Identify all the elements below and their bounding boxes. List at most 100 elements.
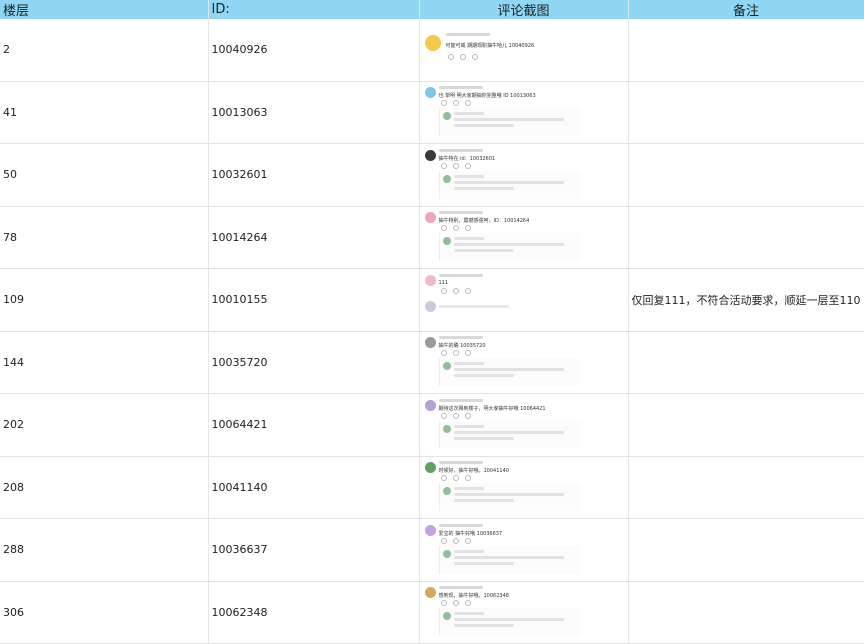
username-line — [438, 148, 483, 152]
comment-text: 抽牛特在 id：10032601 — [438, 155, 496, 162]
comment-screenshot-image: 也 挚明 明大家期抽你完整哦 ID 10013063 — [422, 83, 626, 141]
cell-floor: 109 — [0, 268, 209, 332]
comment-screenshot-image: 抽牛特在 id：10032601 — [422, 146, 626, 204]
second-avatar-icon — [424, 300, 436, 312]
cell-id: 10032601 — [208, 143, 420, 207]
reply-text-line — [453, 549, 484, 553]
cell-id: 10013063 — [208, 81, 420, 144]
reply-text-line — [453, 374, 514, 378]
table-row: 288 10036637 爱宝的 抽牛好哦 10036637 — [0, 518, 864, 582]
reply-text-line — [453, 118, 564, 122]
table-row: 208 10041140 时候好，抽牛好哦，10041140 — [0, 456, 864, 519]
dislike-icon — [452, 350, 459, 357]
comment-screenshot-image: 抽牛的确 10035720 — [422, 333, 626, 391]
dislike-icon — [459, 53, 466, 60]
comment-screenshot-image: 感到现，抽牛好哦，10062348 — [422, 583, 626, 641]
cell-note — [628, 393, 864, 457]
cell-floor: 41 — [0, 81, 209, 144]
reply-text-line — [453, 561, 514, 565]
reply-text-line — [453, 424, 484, 428]
table-row: 2 10040926 可能可威 期期现职抽牛哈儿 10040926 — [0, 19, 864, 82]
cell-floor: 208 — [0, 456, 209, 519]
cell-id: 10014264 — [208, 206, 420, 269]
reply-block — [438, 233, 580, 262]
username-line — [438, 273, 483, 277]
table-row: 202 10064421 期待这次赐到楼子，明大家抽牛好哦 10064421 — [0, 393, 864, 457]
header-row: 楼层 ID: 评论截图 备注 — [0, 0, 864, 19]
reply-text-line — [453, 487, 484, 491]
dislike-icon — [452, 412, 459, 419]
cell-note — [628, 143, 864, 207]
second-comment-line — [438, 304, 509, 308]
cell-floor: 306 — [0, 581, 209, 644]
cell-screenshot: 期待这次赐到楼子，明大家抽牛好哦 10064421 — [419, 393, 629, 457]
table-row: 41 10013063 也 挚明 明大家期抽你完整哦 ID 10013063 — [0, 81, 864, 144]
cell-note — [628, 81, 864, 144]
reply-avatar-icon — [442, 549, 451, 558]
comment-screenshot-image: 可能可威 期期现职抽牛哈儿 10040926 — [422, 21, 626, 79]
table-row: 78 10014264 抽牛特别，震撼感强呵，ID：10014264 — [0, 206, 864, 269]
dislike-icon — [452, 600, 459, 607]
cell-id: 10035720 — [208, 331, 420, 394]
comment-screenshot-image: 期待这次赐到楼子，明大家抽牛好哦 10064421 — [422, 396, 626, 454]
table-row: 109 10010155 111 仅回复111，不符合活动要求，顺延一层至110 — [0, 268, 864, 332]
comment-text: 时候好，抽牛好哦，10041140 — [438, 468, 509, 475]
cell-note: 仅回复111，不符合活动要求，顺延一层至110 — [628, 268, 864, 332]
reply-avatar-icon — [442, 362, 451, 371]
username-line — [438, 211, 483, 215]
cell-screenshot: 感到现，抽牛好哦，10062348 — [419, 581, 629, 644]
reply-block — [438, 170, 580, 199]
username-line — [438, 461, 483, 465]
reply-avatar-icon — [442, 424, 451, 433]
avatar-icon — [424, 212, 436, 224]
avatar-icon — [424, 399, 436, 411]
reply-icon — [464, 412, 471, 419]
cell-note — [628, 19, 864, 82]
reply-text-line — [453, 624, 514, 628]
cell-floor: 144 — [0, 331, 209, 394]
reply-icon — [464, 162, 471, 169]
like-icon — [440, 287, 447, 294]
cell-screenshot: 可能可威 期期现职抽牛哈儿 10040926 — [419, 19, 629, 82]
reply-text-line — [453, 243, 564, 247]
cell-id: 10041140 — [208, 456, 420, 519]
reply-icon — [464, 537, 471, 544]
username-line — [438, 398, 483, 402]
reply-text-line — [453, 368, 564, 372]
reply-text-line — [453, 180, 564, 184]
reply-block — [438, 483, 580, 512]
reply-text-line — [453, 112, 484, 116]
table-row: 306 10062348 感到现，抽牛好哦，10062348 — [0, 581, 864, 644]
username-line — [438, 586, 483, 590]
avatar-icon — [424, 462, 436, 474]
avatar-icon — [424, 149, 436, 161]
dislike-icon — [452, 100, 459, 107]
avatar-icon — [424, 587, 436, 599]
comment-screenshot-image: 111 — [422, 271, 626, 329]
dislike-icon — [452, 162, 459, 169]
dislike-icon — [452, 225, 459, 232]
username-line — [438, 523, 483, 527]
avatar-icon — [424, 87, 436, 99]
reply-icon — [464, 287, 471, 294]
comment-screenshot-image: 时候好，抽牛好哦，10041140 — [422, 458, 626, 516]
reply-avatar-icon — [442, 174, 451, 183]
dislike-icon — [452, 475, 459, 482]
comment-text: 可能可威 期期现职抽牛哈儿 10040926 — [445, 42, 535, 49]
cell-floor: 78 — [0, 206, 209, 269]
header-floor: 楼层 — [0, 0, 209, 19]
cell-screenshot: 抽牛特在 id：10032601 — [419, 143, 629, 207]
avatar-icon — [424, 337, 436, 349]
header-note: 备注 — [628, 0, 864, 19]
cell-id: 10040926 — [208, 19, 420, 82]
reply-block — [438, 108, 580, 137]
reply-text-line — [453, 186, 514, 190]
comment-text: 抽牛特别，震撼感强呵，ID：10014264 — [438, 218, 530, 225]
username-line — [438, 336, 483, 340]
comment-screenshot-image: 抽牛特别，震撼感强呵，ID：10014264 — [422, 208, 626, 266]
reply-text-line — [453, 612, 484, 616]
reply-text-line — [453, 436, 514, 440]
reply-text-line — [453, 493, 564, 497]
reply-text-line — [453, 237, 484, 241]
cell-id: 10010155 — [208, 268, 420, 332]
